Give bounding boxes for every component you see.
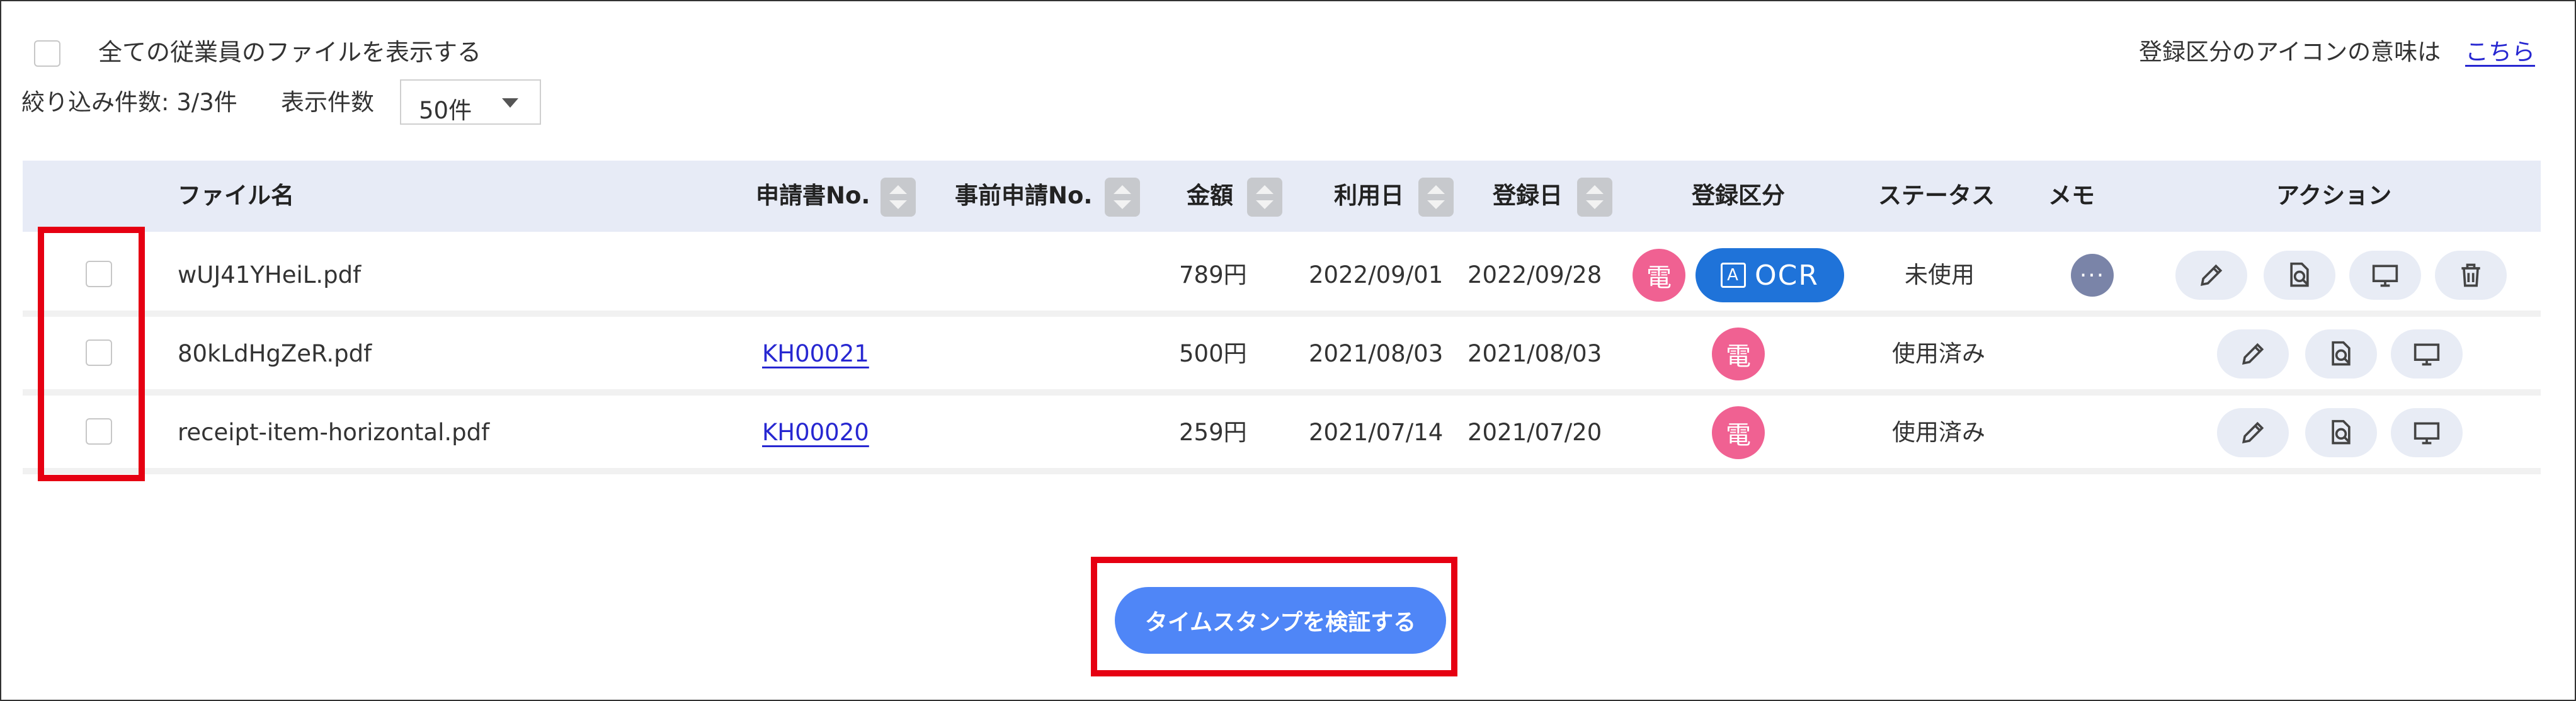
row-amount: 500円 <box>1179 340 1247 367</box>
legend-link[interactable]: こちら <box>2465 40 2535 64</box>
show-all-label: 全ての従業員のファイルを表示する <box>98 38 482 66</box>
sort-pre-application-no-icon[interactable] <box>1105 178 1140 217</box>
row-status: 使用済み <box>1892 419 1985 446</box>
edit-button[interactable] <box>2217 408 2289 457</box>
caret-down-icon <box>502 98 518 108</box>
row-separator <box>23 389 2541 396</box>
row-use-date: 2022/09/01 <box>1309 261 1444 288</box>
sort-use-date-icon[interactable] <box>1418 178 1454 217</box>
memo-icon[interactable]: ··· <box>2071 254 2114 297</box>
row-separator <box>23 311 2541 317</box>
monitor-icon <box>2372 265 2398 287</box>
display-button[interactable] <box>2391 329 2463 379</box>
header-use-date: 利用日 <box>1334 182 1404 209</box>
document-search-icon <box>2332 419 2351 445</box>
row-use-date: 2021/08/03 <box>1309 340 1444 367</box>
header-status: ステータス <box>1878 182 1995 209</box>
row-filename: 80kLdHgZeR.pdf <box>178 340 372 367</box>
sort-amount-icon[interactable] <box>1247 178 1282 217</box>
row-status: 未使用 <box>1905 261 1975 288</box>
ocr-label: OCR <box>1755 259 1819 292</box>
row-filename: wUJ41YHeiL.pdf <box>178 261 362 288</box>
show-all-checkbox[interactable] <box>34 40 60 67</box>
display-button[interactable] <box>2391 408 2463 457</box>
table-row <box>23 317 2541 389</box>
electronic-badge: 電 <box>1712 406 1765 459</box>
display-count-value: 50件 <box>419 97 472 124</box>
sort-application-no-icon[interactable] <box>881 178 916 217</box>
electronic-badge: 電 <box>1712 328 1765 380</box>
edit-button[interactable] <box>2217 329 2289 379</box>
checkbox-column-highlight <box>38 227 145 481</box>
header-memo: メモ <box>2048 182 2095 209</box>
pencil-icon <box>2242 421 2264 444</box>
sort-registration-date-icon[interactable] <box>1577 178 1612 217</box>
header-action: アクション <box>2276 182 2392 209</box>
display-count-select[interactable]: 50件 <box>400 79 541 125</box>
row-application-no-link[interactable]: KH00020 <box>762 421 869 444</box>
edit-button[interactable] <box>2175 251 2247 300</box>
row-status: 使用済み <box>1892 340 1985 367</box>
delete-button[interactable] <box>2435 251 2507 300</box>
table-row <box>23 238 2541 311</box>
header-amount: 金額 <box>1187 182 1233 209</box>
row-filename: receipt-item-horizontal.pdf <box>178 419 490 446</box>
legend-text: 登録区分のアイコンの意味は <box>2139 38 2441 66</box>
row-registration-date: 2022/09/28 <box>1468 261 1602 288</box>
row-amount: 259円 <box>1179 419 1247 446</box>
header-registration-type: 登録区分 <box>1692 182 1785 209</box>
row-separator <box>23 468 2541 474</box>
electronic-badge: 電 <box>1633 249 1685 302</box>
row-registration-date: 2021/07/20 <box>1468 419 1602 446</box>
ocr-badge: A OCR <box>1695 248 1844 302</box>
header-pre-application-no: 事前申請No. <box>955 182 1093 209</box>
display-count-label: 表示件数 <box>281 89 374 116</box>
monitor-icon <box>2414 422 2440 445</box>
row-application-no-link[interactable]: KH00021 <box>762 342 869 365</box>
preview-button[interactable] <box>2305 408 2377 457</box>
header-filename: ファイル名 <box>178 182 294 209</box>
verify-timestamp-button[interactable]: タイムスタンプを検証する <box>1115 587 1446 654</box>
document-search-icon <box>2332 341 2351 366</box>
trash-icon <box>2461 263 2480 287</box>
header-registration-date: 登録日 <box>1493 182 1563 209</box>
display-button[interactable] <box>2349 251 2421 300</box>
pencil-icon <box>2200 264 2223 287</box>
row-amount: 789円 <box>1179 261 1247 288</box>
row-registration-date: 2021/08/03 <box>1468 340 1602 367</box>
filter-count: 絞り込み件数: 3/3件 <box>21 89 237 116</box>
preview-button[interactable] <box>2305 329 2377 379</box>
row-use-date: 2021/07/14 <box>1309 419 1444 446</box>
document-search-icon <box>2290 262 2309 287</box>
monitor-icon <box>2414 343 2440 366</box>
header-application-no: 申請書No. <box>756 182 870 209</box>
ocr-scan-icon: A <box>1721 263 1747 288</box>
page-frame: 全ての従業員のファイルを表示する 登録区分のアイコンの意味は こちら 絞り込み件… <box>0 0 2576 701</box>
pencil-icon <box>2242 343 2264 365</box>
preview-button[interactable] <box>2264 251 2335 300</box>
